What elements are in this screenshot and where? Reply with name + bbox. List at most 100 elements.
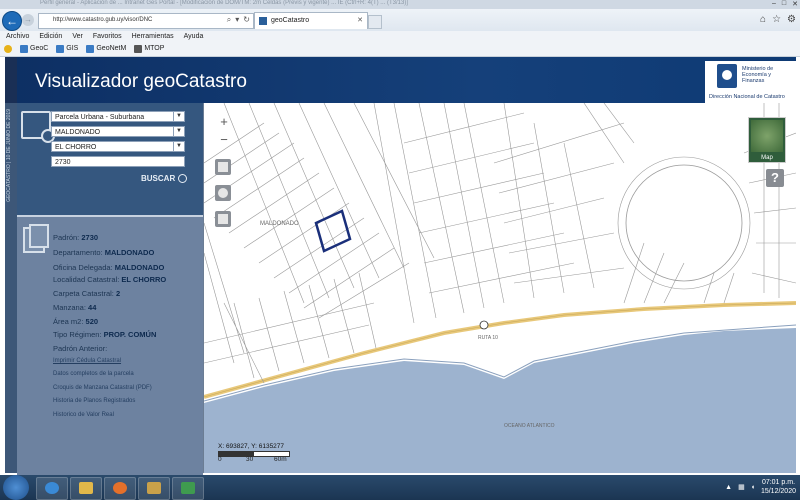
link-datos-completos[interactable]: Datos completos de la parcela [53,371,134,377]
link-historico-valor[interactable]: Historico de Valor Real [53,412,114,418]
home-button[interactable] [215,159,231,175]
menu-item-ayuda[interactable]: Ayuda [184,31,204,42]
info-padron: Padrón: 2730 [53,233,99,242]
parcel-info-panel: Padrón: 2730 Departamento: MALDONADO Ofi… [17,215,203,475]
info-manzana: Manzana: 44 [53,303,97,312]
layers-icon [218,188,228,198]
info-padron-anterior: Padrón Anterior: [53,344,108,353]
taskbar-explorer[interactable] [70,477,102,500]
ministry-logo: Ministerio de Economía y Finanzas Direcc… [705,61,797,103]
chevron-down-icon: ▼ [173,112,184,121]
close-tab-icon[interactable]: ✕ [357,16,363,24]
documents-icon [23,224,49,253]
dropdown-icon[interactable]: ▾ [235,15,239,25]
clock[interactable]: 07:01 p.m. 15/12/2020 [761,478,796,496]
scale-label-30: 30 [246,456,254,463]
search-icon [21,111,55,143]
help-button[interactable]: ? [766,169,784,187]
zoom-in-button[interactable]: + [217,115,231,129]
padron-input[interactable]: 2730 [51,156,185,167]
browser-tools: ⌂ ☆ ⚙ [760,14,796,25]
parcel-type-select[interactable]: Parcela Urbana - Suburbana ▼ [51,111,185,122]
road-marker-icon [479,320,489,330]
favorite-gis[interactable]: GIS [56,42,78,56]
home-icon [218,162,228,172]
menu-item-archivo[interactable]: Archivo [6,31,29,42]
chevron-down-icon: ▼ [173,142,184,151]
tray-arrow-icon[interactable]: ▲ [725,484,732,491]
favorite-mtop[interactable]: MTOP [134,42,164,56]
map-view[interactable]: MALDONADO OCEANO ATLANTICO RUTA 10 + − M… [204,103,796,473]
link-croquis-manzana[interactable]: Croquis de Manzana Catastral (PDF) [53,385,152,391]
system-tray: ▲ ▦ ◖ 07:01 p.m. 15/12/2020 [725,478,796,496]
info-oficina: Oficina Delegada: MALDONADO [53,263,165,272]
taskbar-app[interactable] [172,477,204,500]
menu-item-favoritos[interactable]: Favoritos [93,31,122,42]
new-tab-button[interactable] [368,15,382,29]
side-strip-text: GEOCATASTRO | 10 DE JUNIO DE 2019 [6,109,12,202]
scale-bar: 0 30 60m [218,451,290,463]
tab-geocatastro[interactable]: geoCatastro ✕ [254,12,368,29]
header-strip [5,57,17,103]
link-imprimir-cedula[interactable]: Imprimir Cédula Catastral [53,358,121,364]
window-controls: – □ ✕ [772,0,798,8]
favorites-star-icon[interactable] [4,42,12,56]
url-text: http://www.catastro.gub.uy/visor/DNC [53,17,153,23]
scale-label-0: 0 [218,456,222,463]
back-button[interactable]: ← [2,11,22,31]
side-strip: GEOCATASTRO | 10 DE JUNIO DE 2019 [5,103,17,473]
zoom-out-button[interactable]: − [217,133,231,147]
favorites-star-icon[interactable]: ☆ [772,14,781,25]
favicon-icon [259,17,267,25]
info-regimen: Tipo Régimen: PROP. COMÚN [53,330,157,339]
print-button[interactable] [215,211,231,227]
url-input[interactable]: http://www.catastro.gub.uy/visor/DNC ⌕ ▾… [38,13,254,29]
info-departamento: Departamento: MALDONADO [53,248,155,257]
taskbar-ie[interactable] [36,477,68,500]
layers-button[interactable] [215,185,231,201]
info-localidad: Localidad Catastral: EL CHORRO [53,275,167,284]
logo-subtitle: Dirección Nacional de Catastro [709,94,785,100]
info-area: Área m2: 520 [53,317,99,326]
search-icon[interactable]: ⌕ [227,15,231,25]
locality-select[interactable]: EL CHORRO ▼ [51,141,185,152]
taskbar-folder[interactable] [138,477,170,500]
menu-item-edicion[interactable]: Edición [39,31,62,42]
network-icon[interactable]: ▦ [738,483,745,491]
home-icon[interactable]: ⌂ [760,14,766,25]
close-icon[interactable]: ✕ [792,0,798,8]
map-label-maldonado: MALDONADO [260,221,299,227]
map-canvas [204,103,796,473]
basemap-label: Map [761,155,773,161]
ocean-area [204,328,796,473]
coordinate-readout: X: 693827, Y: 6135277 [218,443,285,450]
scale-label-60: 60m [274,456,287,463]
basemap-toggle[interactable]: Map [748,117,786,163]
department-select[interactable]: MALDONADO ▼ [51,126,185,137]
start-button[interactable] [3,475,29,500]
window-titlebar: Perfil general - Aplicación de ... Intra… [0,0,800,9]
magnifier-icon [178,174,188,183]
menu-item-herramientas[interactable]: Herramientas [132,31,174,42]
info-carpeta: Carpeta Catastral: 2 [53,289,121,298]
volume-icon[interactable]: ◖ [751,484,755,491]
taskbar-firefox[interactable] [104,477,136,500]
favorite-geonetm[interactable]: GeoNetM [86,42,126,56]
chevron-down-icon: ▼ [173,127,184,136]
menu-item-ver[interactable]: Ver [72,31,83,42]
favorite-geoc[interactable]: GeoC [20,42,48,56]
coat-of-arms-icon [717,64,737,88]
print-icon [218,214,228,224]
search-button[interactable]: BUSCAR [141,174,188,183]
minimize-icon[interactable]: – [772,0,776,8]
forward-button[interactable]: → [22,14,34,26]
maximize-icon[interactable]: □ [782,0,786,8]
link-historia-planos[interactable]: Historia de Planos Registrados [53,398,135,404]
gear-icon[interactable]: ⚙ [787,14,796,25]
map-label-road: RUTA 10 [478,335,498,341]
tab-label: geoCatastro [271,17,310,24]
refresh-icon[interactable]: ↻ [243,15,250,25]
menu-bar: Archivo Edición Ver Favoritos Herramient… [0,31,800,42]
page-title: Visualizador geoCatastro [35,71,247,92]
address-bar-row: ← → http://www.catastro.gub.uy/visor/DNC… [0,9,800,31]
